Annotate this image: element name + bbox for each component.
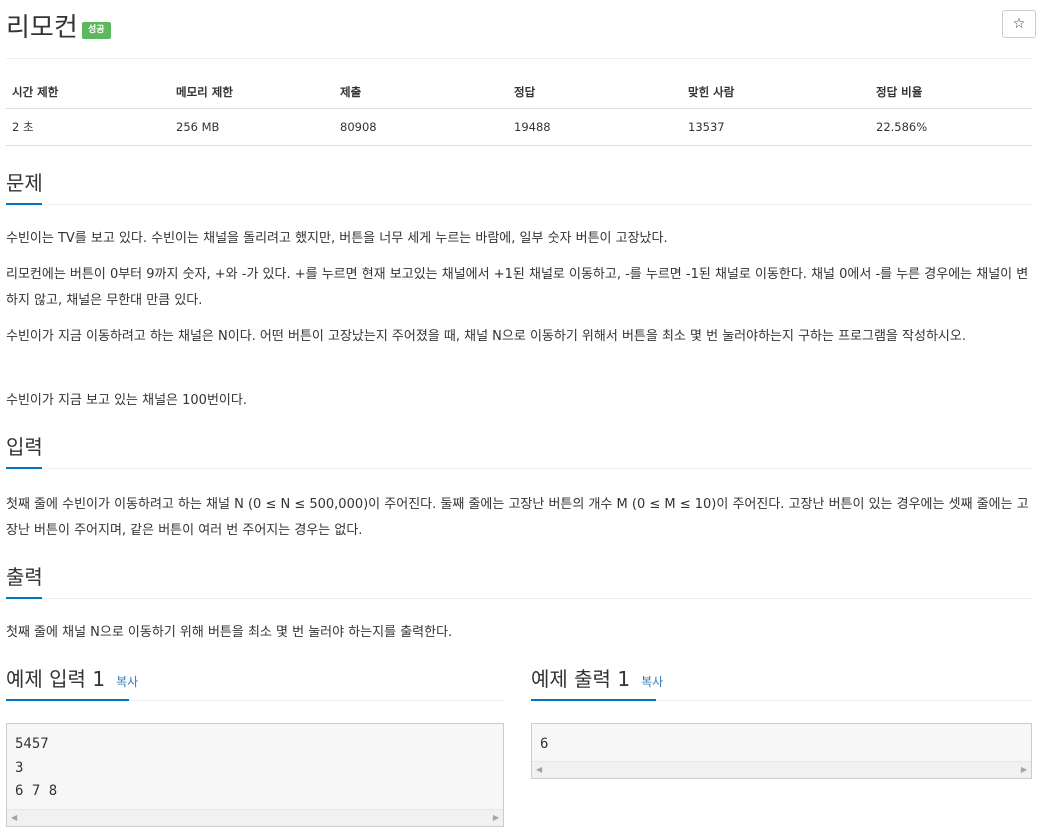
sample-output-scrollbar[interactable]: ◀ ▶: [532, 761, 1031, 778]
description-heading-line: [6, 204, 1032, 205]
status-badge: 성공: [82, 22, 111, 39]
solved-users-header: 맞힌 사람: [682, 78, 870, 109]
star-button[interactable]: ☆: [1002, 10, 1036, 38]
accepted-header: 정답: [508, 78, 682, 109]
output-paragraph: 첫째 줄에 채널 N으로 이동하기 위해 버튼을 최소 몇 번 눌러야 하는지를…: [6, 625, 453, 640]
output-section-head: 출력: [6, 564, 1032, 600]
description-section-head: 문제: [6, 170, 1032, 206]
problem-title: 리모컨: [6, 13, 78, 43]
accept-rate-value: 22.586%: [870, 108, 1032, 146]
info-header-row: 시간 제한 메모리 제한 제출 정답 맞힌 사람 정답 비율: [6, 78, 1032, 109]
sample-input-box: 5457 3 6 7 8 ◀ ▶: [6, 723, 504, 827]
sample-output-copy-link[interactable]: 복사: [641, 673, 663, 690]
sample-input-heading-underline: [6, 699, 129, 701]
time-limit-value: 2 초: [6, 108, 170, 146]
scroll-left-arrow-icon[interactable]: ◀: [11, 814, 17, 822]
submissions-value: 80908: [334, 108, 508, 146]
scroll-right-arrow-icon[interactable]: ▶: [1021, 766, 1027, 774]
sample-output-heading: 예제 출력 1: [531, 667, 631, 691]
scroll-left-arrow-icon[interactable]: ◀: [536, 766, 542, 774]
description-heading-underline: [6, 203, 42, 205]
time-limit-header: 시간 제한: [6, 78, 170, 109]
input-heading-underline: [6, 467, 42, 469]
description-paragraph-4: 수빈이가 지금 보고 있는 채널은 100번이다.: [6, 393, 247, 408]
input-heading-line: [6, 468, 1032, 469]
title-row: 리모컨 성공 ☆: [6, 8, 1036, 48]
info-value-row: 2 초 256 MB 80908 19488 13537 22.586%: [6, 108, 1032, 146]
input-paragraph: 첫째 줄에 수빈이가 이동하려고 하는 채널 N (0 ≤ N ≤ 500,00…: [6, 497, 1029, 538]
sample-output-content: 6: [540, 736, 549, 752]
description-paragraph-3: 수빈이가 지금 이동하려고 하는 채널은 N이다. 어떤 버튼이 고장났는지 주…: [6, 329, 966, 344]
title-divider: [6, 58, 1032, 59]
memory-limit-value: 256 MB: [170, 108, 334, 146]
output-heading: 출력: [6, 565, 43, 589]
description-paragraph-1: 수빈이는 TV를 보고 있다. 수빈이는 채널을 돌리려고 했지만, 버튼을 너…: [6, 231, 668, 246]
problem-info-table: 시간 제한 메모리 제한 제출 정답 맞힌 사람 정답 비율 2 초 256 M…: [6, 78, 1032, 146]
sample-input-head: 예제 입력 1 복사: [6, 666, 504, 702]
output-heading-underline: [6, 597, 42, 599]
sample-input-copy-link[interactable]: 복사: [116, 673, 138, 690]
sample-output-heading-underline: [531, 699, 656, 701]
sample-output-box: 6 ◀ ▶: [531, 723, 1032, 779]
sample-output-head: 예제 출력 1 복사: [531, 666, 1032, 702]
accept-rate-header: 정답 비율: [870, 78, 1032, 109]
description-heading: 문제: [6, 171, 43, 195]
solved-users-value: 13537: [682, 108, 870, 146]
accepted-value: 19488: [508, 108, 682, 146]
sample-input-content: 5457 3 6 7 8: [15, 736, 58, 799]
input-heading: 입력: [6, 435, 43, 459]
memory-limit-header: 메모리 제한: [170, 78, 334, 109]
output-heading-line: [6, 598, 1032, 599]
description-paragraph-2: 리모컨에는 버튼이 0부터 9까지 숫자, +와 -가 있다. +를 누르면 현…: [6, 267, 1029, 308]
input-section-head: 입력: [6, 434, 1032, 470]
star-icon: ☆: [1012, 16, 1026, 32]
sample-input-heading: 예제 입력 1: [6, 667, 106, 691]
scroll-right-arrow-icon[interactable]: ▶: [493, 814, 499, 822]
submissions-header: 제출: [334, 78, 508, 109]
sample-input-scrollbar[interactable]: ◀ ▶: [7, 809, 503, 826]
